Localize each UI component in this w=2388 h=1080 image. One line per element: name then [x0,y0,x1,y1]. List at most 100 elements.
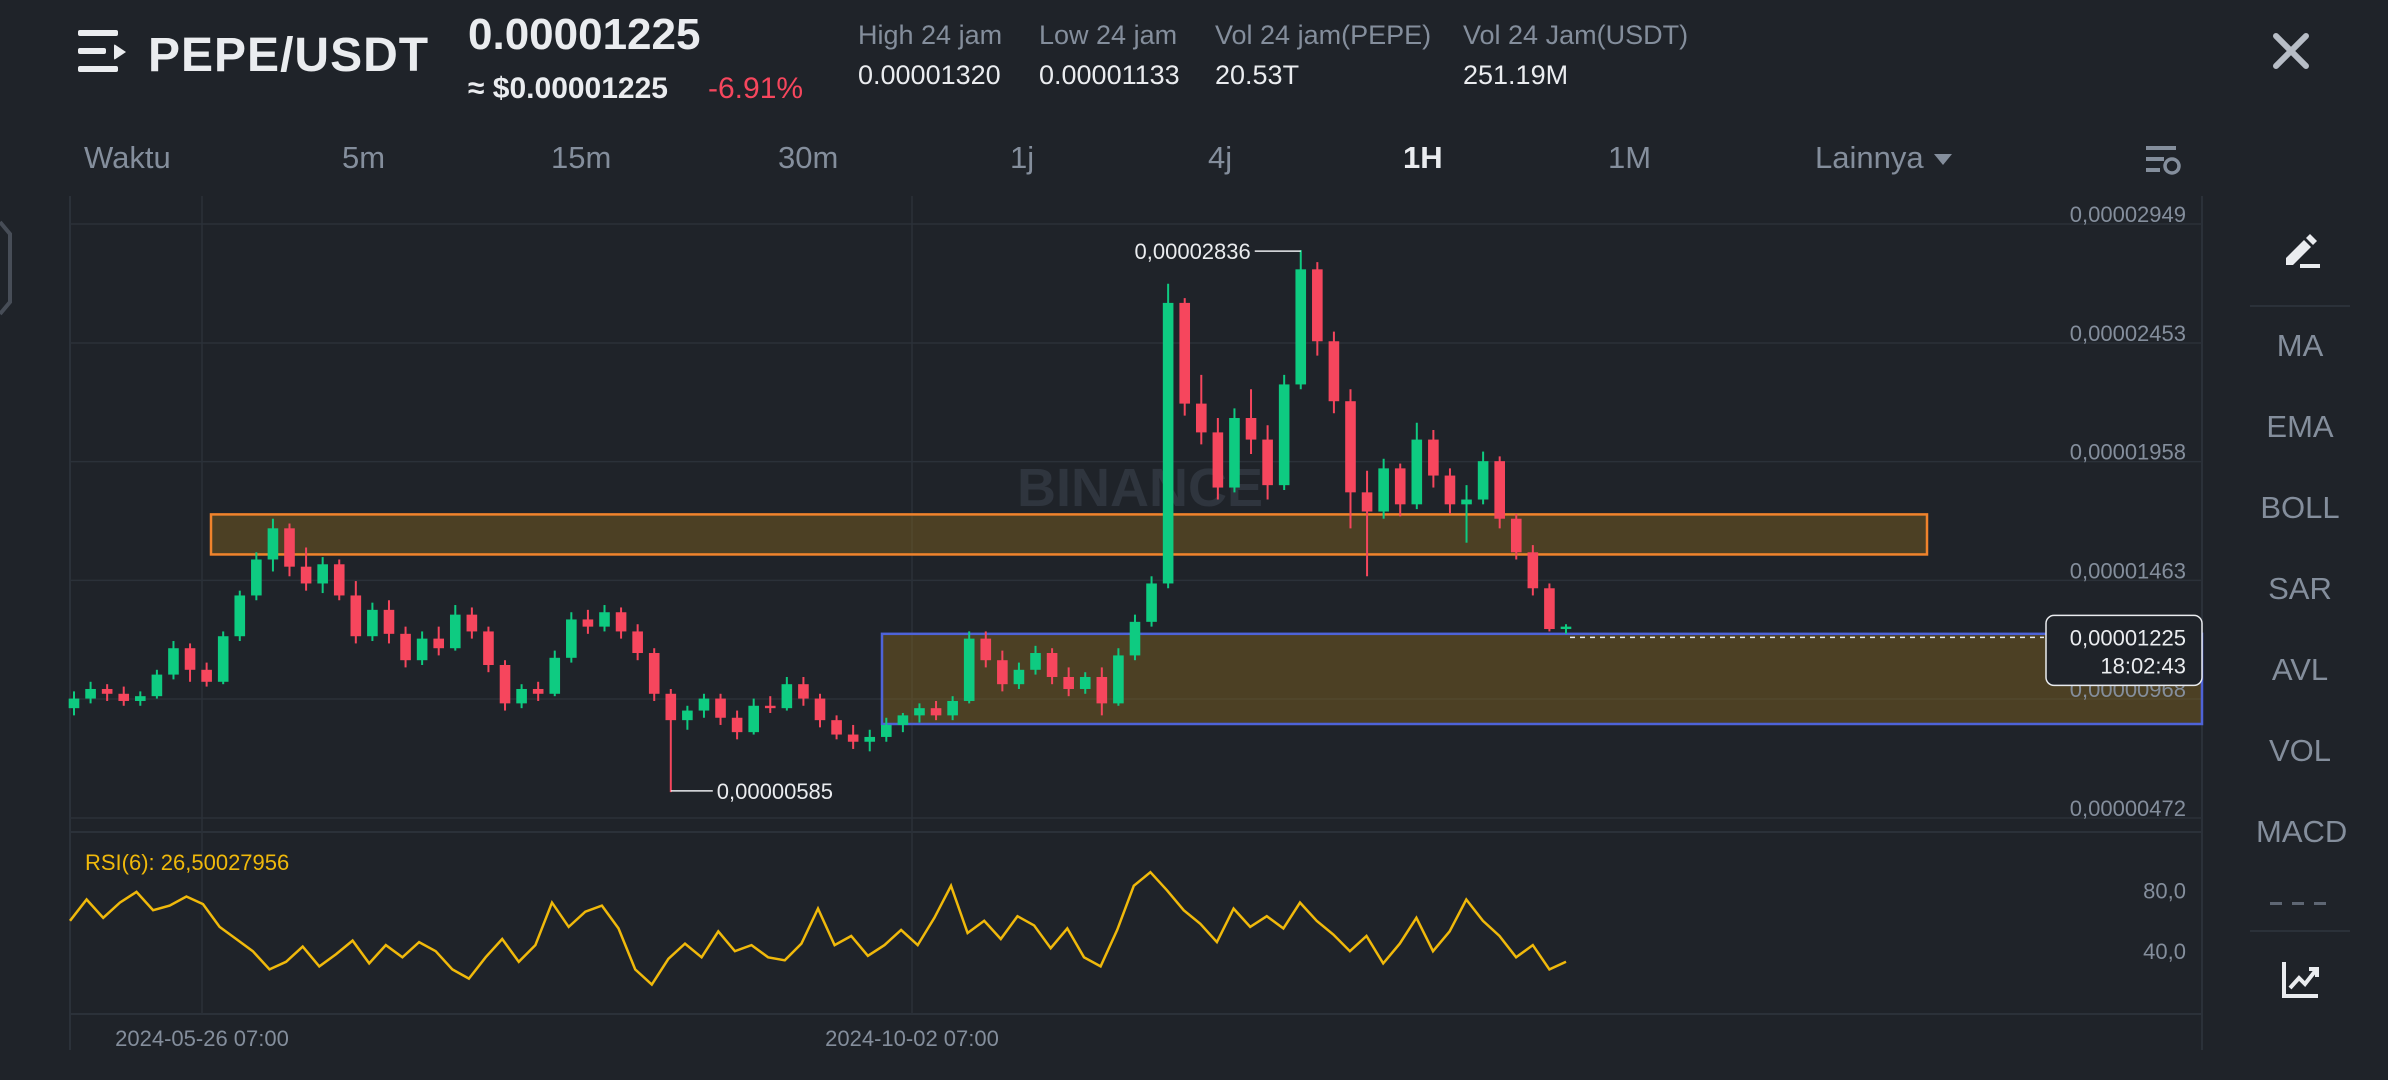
indicator-avl[interactable]: AVL [2256,652,2344,688]
candle-up [1560,626,1572,630]
price-axis: 0,00002949 0,00002453 0,00001958 0,00001463… [2070,202,2186,821]
candle-up [317,564,328,584]
candle-up [566,619,577,658]
candle-up [135,696,146,701]
candle-up [1295,269,1307,385]
candle-down [184,648,196,670]
price-axis-label: 0,00001958 [2070,440,2186,465]
candle-up [1229,418,1240,488]
candle-up [168,648,179,675]
candle-down [1212,432,1224,488]
rsi-label: RSI(6): 26,50027956 [85,850,289,875]
candle-down [632,631,643,654]
price-axis-label: 0,00002949 [2070,202,2186,227]
candle-up [781,684,793,709]
chart-area[interactable]: BINANCE 0,000028360,00000585 0,000029490… [0,0,2388,1080]
candle-up [1146,583,1157,622]
candle-down [1096,676,1108,704]
current-price-label: 0,00001225 [2070,625,2186,650]
candle-down [1046,653,1058,677]
indicator-sar[interactable]: SAR [2256,571,2344,607]
candle-down [615,612,627,632]
sidebar-more-hint [2270,900,2330,908]
candle-up [1278,384,1290,486]
indicator-ma[interactable]: MA [2256,328,2344,364]
sidebar-divider [2250,305,2350,307]
candle-up [947,700,958,716]
time-axis-label: 2024-05-26 07:00 [115,1026,289,1051]
candle-down [1312,269,1323,342]
candle-up [1477,461,1489,500]
candle-down [201,669,212,682]
time-axis-label: 2024-10-02 07:00 [825,1026,999,1051]
candle-down [930,708,942,716]
low-annotation-label: 0,00000585 [717,779,833,804]
candle-up [748,705,759,733]
candle-down [1361,492,1373,512]
countdown-label: 18:02:43 [2100,653,2186,678]
candle-down [1428,439,1439,476]
candle-down [1063,676,1074,689]
indicator-ema[interactable]: EMA [2256,409,2344,445]
candle-up [367,609,378,637]
candle-up [251,559,262,596]
indicator-boll[interactable]: BOLL [2256,490,2344,526]
candle-down [1245,418,1257,440]
candle-down [831,720,842,735]
candle-up [682,710,693,721]
watermark: BINANCE [1017,458,1263,518]
candle-down [1195,403,1207,433]
candle-down [499,665,511,704]
indicator-vol[interactable]: VOL [2256,733,2344,769]
candle-up [1162,302,1174,584]
candle-down [731,717,743,733]
candle-up [1378,468,1389,512]
candle-up [698,698,710,711]
candle-down [333,564,345,596]
candle-down [814,698,826,721]
sidebar-divider-bottom [2250,930,2350,932]
candle-down [764,705,776,709]
candle-up [599,612,610,627]
high-annotation-label: 0,00002836 [1135,239,1251,264]
candle-up [963,638,975,701]
candle-down [1262,439,1273,486]
candle-up [1030,653,1041,670]
candle-up [1411,439,1423,505]
rsi-line [69,870,1567,987]
candle-down [798,684,809,699]
candle-down [400,633,411,661]
candle-up [68,698,80,709]
candle-down [483,631,494,666]
candle-up [1461,499,1472,505]
candle-down [997,660,1008,685]
candle-up [1113,655,1124,704]
indicators-chart-icon[interactable] [2280,958,2322,1000]
candle-down [648,653,660,694]
price-axis-label: 0,00001463 [2070,558,2186,583]
candle-up [1013,669,1025,685]
candle-down [582,619,594,627]
candle-down [1394,468,1406,505]
candle-down [665,693,677,721]
candle-up [549,657,561,694]
candle-up [881,724,892,737]
rsi-axis-label: 40,0 [2143,939,2186,964]
candle-up [516,688,527,704]
indicator-macd[interactable]: MACD [2256,814,2347,850]
candle-up [1129,621,1141,656]
candle-down [433,638,445,649]
candle-up [1079,676,1091,689]
candle-up [267,528,279,560]
candle-down [1544,588,1555,630]
resistance-zone [209,513,1929,556]
price-axis-label: 0,00002453 [2070,321,2186,346]
candle-down [466,614,478,632]
candle-up [416,638,428,661]
candle-down [1345,401,1356,493]
candle-down [980,638,992,661]
candle-up [449,614,461,649]
draw-pencil-icon[interactable] [2280,228,2322,270]
candle-up [217,636,229,682]
candle-down [1527,552,1539,589]
